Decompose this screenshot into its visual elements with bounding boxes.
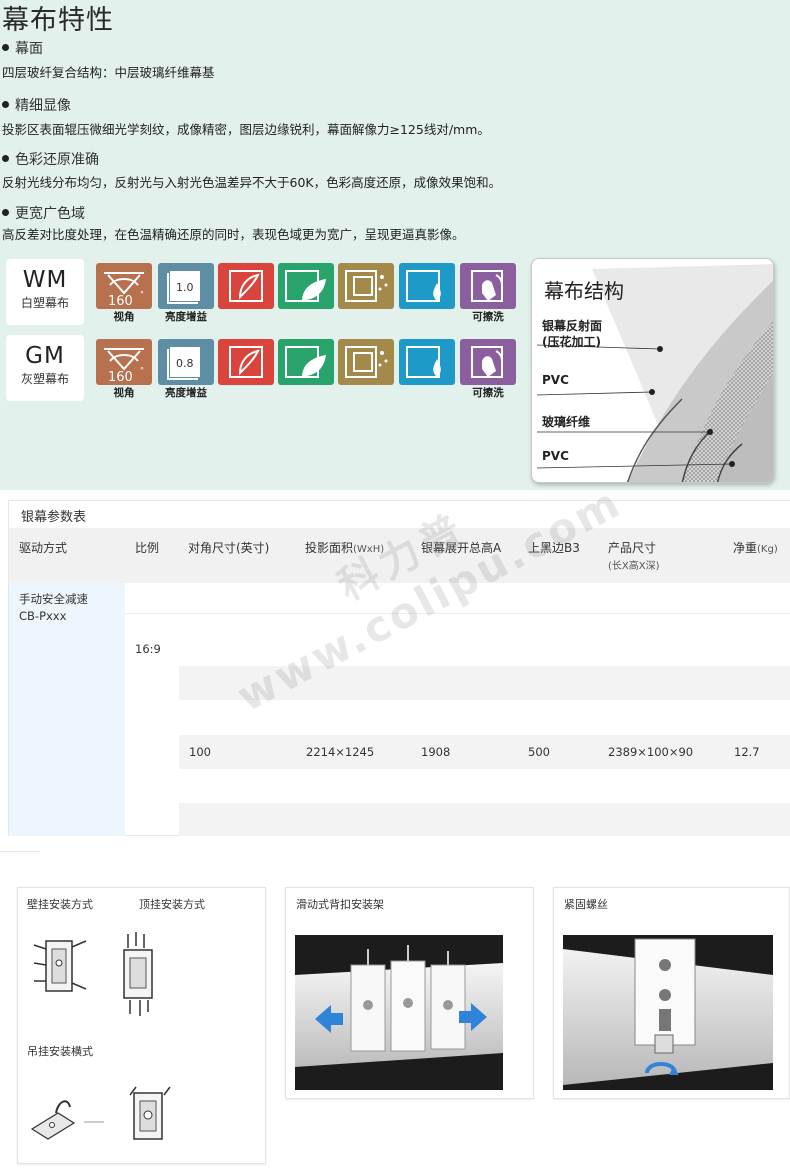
view-angle-icon: 160 ° xyxy=(96,263,152,309)
header-drive: 驱动方式 xyxy=(19,541,68,555)
feature-text-surface: 四层玻纤复合结构：中层玻璃纤维幕基 xyxy=(2,65,215,80)
structure-title: 幕布结构 xyxy=(544,279,624,303)
fastening-screw-card: 紧固螺丝 xyxy=(553,887,790,1099)
cell-weight: 12.7 xyxy=(734,745,760,759)
header-diagonal: 对角尺寸(英寸) xyxy=(188,541,270,555)
svg-text:0.8: 0.8 xyxy=(176,357,194,370)
features-title: 幕布特性 xyxy=(2,5,114,36)
hanging-mount-label: 吊挂安装横式 xyxy=(27,1045,93,1058)
table-row-stripe xyxy=(179,735,790,769)
table-row-stripe xyxy=(179,666,790,700)
ceiling-bracket-icon xyxy=(123,932,153,1016)
model-code: WM xyxy=(22,267,68,293)
features-section: 幕布特性 幕面 四层玻纤复合结构：中层玻璃纤维幕基 精细显像 投影区表面辊压微细… xyxy=(0,0,790,490)
gain-icon: 0.8 xyxy=(158,339,214,385)
feature-text-gamut: 高反差对比度处理，在色温精确还原的同时，表现色域更为宽广，呈现更逼真影像。 xyxy=(2,227,465,242)
table-row-stripe xyxy=(179,803,790,836)
fastening-screw-photo xyxy=(563,935,773,1090)
wall-mount-label: 壁挂安装方式 xyxy=(27,898,93,911)
product-row-gm: GM 灰塑幕布 160 ° 0.8 视角 亮度增益 可擦洗 xyxy=(6,335,518,401)
tile-label-view-angle: 视角 xyxy=(113,387,135,399)
bullet-icon xyxy=(2,155,9,162)
tile-label-gain: 亮度增益 xyxy=(165,311,207,323)
header-height: 银幕展开总高A xyxy=(421,541,502,555)
model-name: 灰塑幕布 xyxy=(20,372,69,386)
screen-structure-panel: 幕布结构 银幕反射面 (压花加工) PVC 玻璃纤维 PVC xyxy=(531,258,774,483)
layer-label-pvc-bottom: PVC xyxy=(542,449,569,463)
bullet-icon xyxy=(2,101,9,108)
eco-leaf-icon xyxy=(278,263,334,309)
feature-text-color: 反射光线分布均匀，反射光与入射光色温差异不大于60K，色彩高度还原，成像效果饱和… xyxy=(2,175,502,190)
row-divider xyxy=(125,613,790,614)
feature-heading-color: 色彩还原准确 xyxy=(2,149,99,169)
slide-bracket-photo xyxy=(295,935,503,1090)
model-name: 白塑幕布 xyxy=(20,296,69,310)
feature-heading-surface: 幕面 xyxy=(2,38,43,58)
header-size: 产品尺寸 (长X高X深) xyxy=(608,541,660,572)
color-icon xyxy=(218,339,274,385)
parameter-table: 银幕参数表 驱动方式 比例 对角尺寸(英寸) 投影面积(WxH) 银幕展开总高A… xyxy=(8,500,790,836)
divider xyxy=(0,851,40,852)
install-methods-card: 壁挂安装方式 顶挂安装方式 吊挂安装横式 xyxy=(17,887,266,1164)
model-code: GM xyxy=(25,343,65,369)
sparkle-screen-icon xyxy=(338,263,394,309)
svg-text:°: ° xyxy=(140,290,144,299)
bullet-icon xyxy=(2,44,9,51)
table-caption: 银幕参数表 xyxy=(21,510,87,525)
cell-diagonal: 100 xyxy=(189,745,211,759)
product-row-wm: WM 白塑幕布 160 ° 1.0 视角 亮度增益 可擦洗 xyxy=(6,259,518,325)
layer-label-reflective: 银幕反射面 xyxy=(542,319,603,333)
tile-label-washable: 可擦洗 xyxy=(472,311,504,323)
color-icon xyxy=(218,263,274,309)
layer-label-pvc-top: PVC xyxy=(542,373,569,387)
drive-model: CB-Pxxx xyxy=(19,609,67,623)
eco-leaf-icon xyxy=(278,339,334,385)
water-drop-icon xyxy=(399,339,455,385)
ceiling-mount-label: 顶挂安装方式 xyxy=(139,898,205,911)
bullet-icon xyxy=(2,209,9,216)
model-badge: GM 灰塑幕布 xyxy=(6,335,84,401)
svg-text:°: ° xyxy=(140,366,144,375)
slide-bracket-card: 滑动式背扣安装架 xyxy=(285,887,534,1099)
cell-height: 1908 xyxy=(421,745,451,759)
drive-name: 手动安全减速 xyxy=(19,592,88,606)
table-row-blank xyxy=(179,769,790,803)
table-header-row: 驱动方式 比例 对角尺寸(英寸) 投影面积(WxH) 银幕展开总高A 上黑边B3… xyxy=(9,528,790,583)
svg-text:160: 160 xyxy=(108,370,133,385)
gain-icon: 1.0 xyxy=(158,263,214,309)
model-badge: WM 白塑幕布 xyxy=(6,259,84,325)
feature-heading-detail: 精细显像 xyxy=(2,95,71,115)
layer-label-reflective-note: (压花加工) xyxy=(542,335,601,349)
ratio-value: 16:9 xyxy=(135,642,161,656)
table-row-blank xyxy=(179,701,790,735)
header-weight: 净重(Kg) xyxy=(733,541,778,555)
water-drop-icon xyxy=(399,263,455,309)
tile-label-gain: 亮度增益 xyxy=(165,387,207,399)
feature-heading-gamut: 更宽广色域 xyxy=(2,203,85,223)
cell-area: 2214×1245 xyxy=(306,745,375,759)
arrow-line xyxy=(84,1121,104,1123)
header-ratio: 比例 xyxy=(135,541,160,555)
tile-label-washable: 可擦洗 xyxy=(472,387,504,399)
view-angle-icon: 160 ° xyxy=(96,339,152,385)
header-top-black: 上黑边B3 xyxy=(528,541,580,555)
wipe-hand-icon xyxy=(460,339,516,385)
fastening-screw-label: 紧固螺丝 xyxy=(564,898,608,911)
cell-top-black: 500 xyxy=(528,745,550,759)
wall-bracket-icon xyxy=(33,940,87,992)
svg-text:1.0: 1.0 xyxy=(176,281,194,294)
tile-label-view-angle: 视角 xyxy=(113,311,135,323)
svg-text:160: 160 xyxy=(108,294,133,309)
layer-label-fiberglass: 玻璃纤维 xyxy=(542,415,591,429)
wipe-hand-icon xyxy=(460,263,516,309)
header-area: 投影面积(WxH) xyxy=(305,541,385,555)
slide-bracket-label: 滑动式背扣安装架 xyxy=(296,898,384,911)
feature-text-detail: 投影区表面辊压微细光学刻纹，成像精密，图层边缘锐利，幕面解像力≥125线对/mm… xyxy=(2,122,490,137)
hanging-bracket-icon xyxy=(129,1086,171,1140)
hanging-hook-icon xyxy=(30,1100,76,1140)
cell-size: 2389×100×90 xyxy=(608,745,694,759)
sparkle-screen-icon xyxy=(338,339,394,385)
